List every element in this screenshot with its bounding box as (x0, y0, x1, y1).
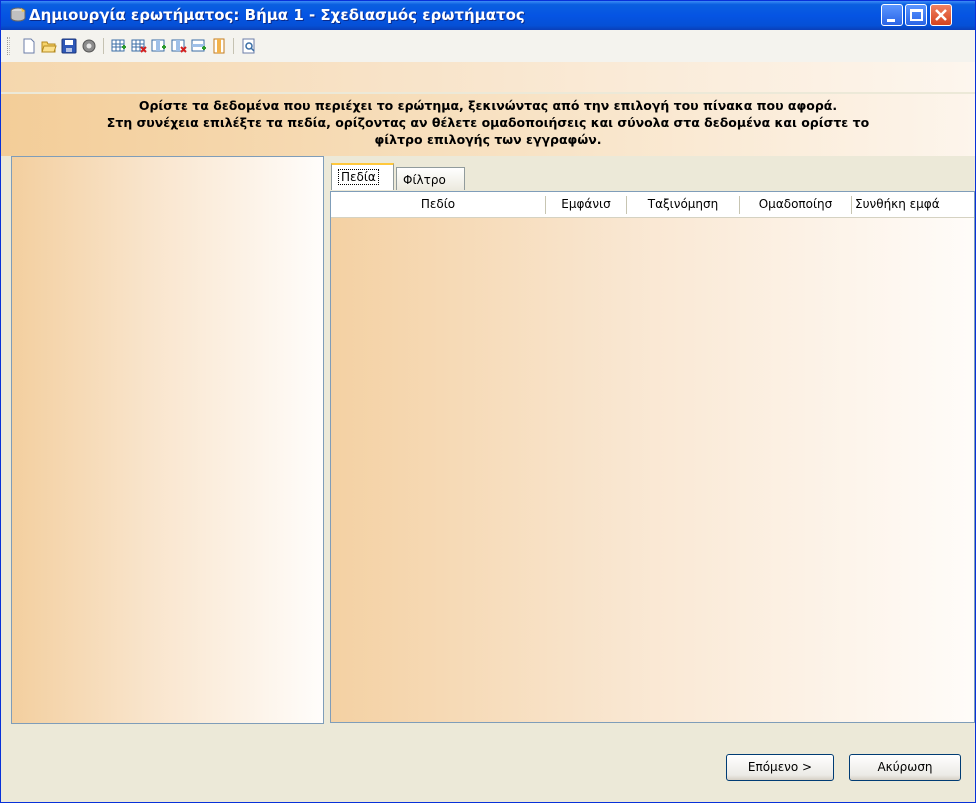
minimize-icon (887, 19, 895, 22)
column-header-field[interactable]: Πεδίο (331, 192, 545, 218)
instructions-line-2: Στη συνέχεια επιλέξτε τα πεδία, ορίζοντα… (106, 115, 870, 130)
column-header-group[interactable]: Ομαδοποίησ (740, 192, 851, 218)
remove-table-icon[interactable] (131, 38, 147, 54)
fields-grid[interactable]: Πεδίο Εμφάνισ Ταξινόμηση Ομαδοποίησ Συνθ… (330, 191, 975, 723)
maximize-button[interactable] (905, 4, 927, 26)
column-header-condition[interactable]: Συνθήκη εμφά (852, 192, 974, 218)
close-button[interactable] (930, 4, 952, 26)
close-icon (935, 9, 947, 21)
maximize-icon (910, 9, 923, 21)
toolbar-grip[interactable] (7, 37, 10, 55)
add-table-icon[interactable] (111, 38, 127, 54)
instructions-line-3: φίλτρο επιλογής των εγγραφών. (374, 132, 602, 147)
tab-fields-label: Πεδία (338, 169, 379, 185)
toolbar-area (1, 30, 975, 92)
add-row-icon[interactable] (191, 38, 207, 54)
cancel-button[interactable]: Ακύρωση (849, 754, 961, 781)
column-header-sort[interactable]: Ταξινόμηση (627, 192, 739, 218)
instructions-line-1: Ορίστε τα δεδομένα που περιέχει το ερώτη… (138, 98, 838, 113)
tables-panel[interactable] (11, 156, 324, 724)
preview-icon[interactable] (241, 38, 257, 54)
minimize-button[interactable] (881, 4, 903, 26)
settings-icon[interactable] (81, 38, 97, 54)
open-icon[interactable] (41, 38, 57, 54)
query-wizard-window: Δημιουργία ερωτήματος: Βήμα 1 - Σχεδιασμ… (0, 0, 976, 803)
grid-header: Πεδίο Εμφάνισ Ταξινόμηση Ομαδοποίησ Συνθ… (331, 192, 974, 218)
new-icon[interactable] (21, 38, 37, 54)
toolbar-separator (233, 38, 234, 54)
columns-icon[interactable] (211, 38, 227, 54)
tab-fields[interactable]: Πεδία (331, 163, 394, 190)
toolbar-separator (103, 38, 104, 54)
column-header-show[interactable]: Εμφάνισ (546, 192, 626, 218)
title-bar[interactable]: Δημιουργία ερωτήματος: Βήμα 1 - Σχεδιασμ… (1, 1, 975, 30)
save-icon[interactable] (61, 38, 77, 54)
add-field-icon[interactable] (151, 38, 167, 54)
window-title: Δημιουργία ερωτήματος: Βήμα 1 - Σχεδιασμ… (29, 6, 525, 24)
tab-filter-label: Φίλτρο (403, 173, 446, 187)
next-button[interactable]: Επόμενο > (726, 754, 834, 781)
toolbar (1, 30, 975, 62)
instructions-text: Ορίστε τα δεδομένα που περιέχει το ερώτη… (1, 94, 975, 156)
database-wizard-icon (10, 7, 26, 22)
remove-field-icon[interactable] (171, 38, 187, 54)
tab-filter[interactable]: Φίλτρο (396, 167, 465, 190)
